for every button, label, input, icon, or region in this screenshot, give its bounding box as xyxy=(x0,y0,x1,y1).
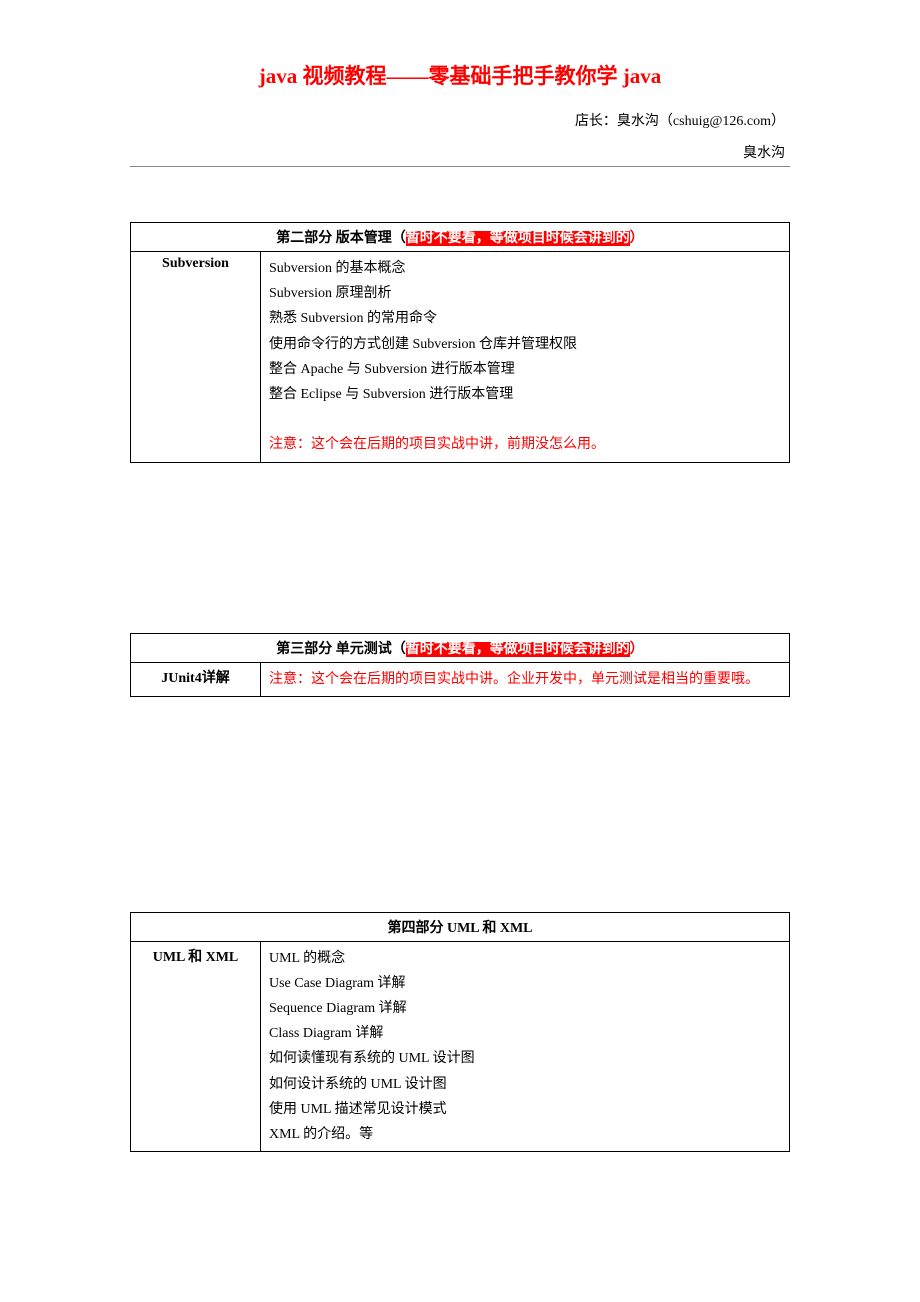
section2-header: 第二部分 版本管理（暂时不要看，等做项目时候会讲到的） xyxy=(131,223,790,252)
section4-content: UML 的概念 Use Case Diagram 详解 Sequence Dia… xyxy=(261,941,790,1152)
section3-header: 第三部分 单元测试（暂时不要看，等做项目时候会讲到的） xyxy=(131,633,790,662)
section4-item: 使用 UML 描述常见设计模式 xyxy=(269,1097,781,1122)
section2-item: Subversion 原理剖析 xyxy=(269,281,781,306)
section4-item: 如何读懂现有系统的 UML 设计图 xyxy=(269,1046,781,1071)
spacer xyxy=(269,407,781,432)
section4-table: 第四部分 UML 和 XML UML 和 XML UML 的概念 Use Cas… xyxy=(130,912,790,1153)
section4-left-label: UML 和 XML xyxy=(131,941,261,1152)
section4-header: 第四部分 UML 和 XML xyxy=(131,912,790,941)
footer-label: 臭水沟 xyxy=(0,142,920,162)
section2-header-suffix: ） xyxy=(630,231,644,246)
divider xyxy=(130,166,790,167)
section4-item: Use Case Diagram 详解 xyxy=(269,971,781,996)
section2-header-prefix: 第二部分 版本管理（ xyxy=(276,231,406,246)
section2-item: 整合 Apache 与 Subversion 进行版本管理 xyxy=(269,357,781,382)
section3-content: 注意：这个会在后期的项目实战中讲。企业开发中，单元测试是相当的重要哦。 xyxy=(261,662,790,696)
section3-header-highlight: 暂时不要看，等做项目时候会讲到的 xyxy=(406,642,630,657)
author-line: 店长：臭水沟（cshuig@126.com） xyxy=(0,110,920,130)
section3-note: 注意：这个会在后期的项目实战中讲。企业开发中，单元测试是相当的重要哦。 xyxy=(269,672,759,687)
section2-note: 注意：这个会在后期的项目实战中讲，前期没怎么用。 xyxy=(269,432,781,457)
section2-item: 使用命令行的方式创建 Subversion 仓库并管理权限 xyxy=(269,332,781,357)
section2-table: 第二部分 版本管理（暂时不要看，等做项目时候会讲到的） Subversion S… xyxy=(130,222,790,463)
page-title: java 视频教程——零基础手把手教你学 java xyxy=(0,60,920,90)
section2-header-highlight: 暂时不要看，等做项目时候会讲到的 xyxy=(406,231,630,246)
section4-item: Sequence Diagram 详解 xyxy=(269,996,781,1021)
section3-table: 第三部分 单元测试（暂时不要看，等做项目时候会讲到的） JUnit4详解 注意：… xyxy=(130,633,790,697)
section4-item: Class Diagram 详解 xyxy=(269,1021,781,1046)
section3-header-suffix: ） xyxy=(630,642,644,657)
section2-item: Subversion 的基本概念 xyxy=(269,256,781,281)
section2-item: 熟悉 Subversion 的常用命令 xyxy=(269,306,781,331)
section2-left-label: Subversion xyxy=(131,252,261,463)
section3-header-prefix: 第三部分 单元测试（ xyxy=(276,642,406,657)
section4-item: XML 的介绍。等 xyxy=(269,1122,781,1147)
section2-content: Subversion 的基本概念 Subversion 原理剖析 熟悉 Subv… xyxy=(261,252,790,463)
section3-left-label: JUnit4详解 xyxy=(131,662,261,696)
section4-item: UML 的概念 xyxy=(269,946,781,971)
section4-item: 如何设计系统的 UML 设计图 xyxy=(269,1072,781,1097)
section2-item: 整合 Eclipse 与 Subversion 进行版本管理 xyxy=(269,382,781,407)
